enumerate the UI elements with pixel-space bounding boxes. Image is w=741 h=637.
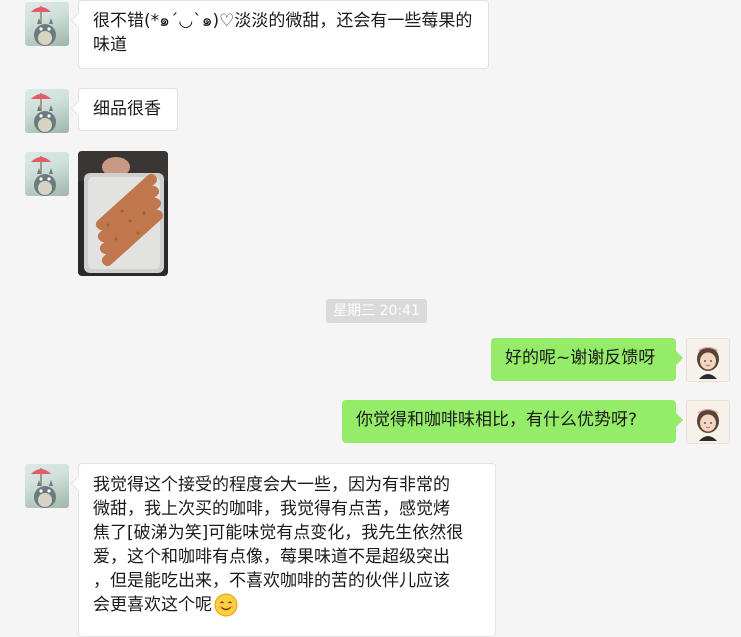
message-text-line: 爱，这个和咖啡有点像，莓果味道不是超级突出 bbox=[93, 547, 450, 567]
avatar-other[interactable] bbox=[25, 2, 69, 46]
totoro-avatar-icon bbox=[31, 468, 56, 508]
avatar-other[interactable] bbox=[25, 89, 69, 133]
girl-avatar-icon bbox=[697, 346, 719, 379]
avatar-self[interactable] bbox=[686, 400, 730, 444]
message-text-line: 我觉得这个接受的程度会大一些，因为有非常的 bbox=[93, 475, 450, 495]
avatar-self[interactable] bbox=[686, 338, 730, 382]
message-text-segment: 会更喜欢这个呢 bbox=[93, 595, 212, 615]
message-text-line: 微甜，我上次买的咖啡，我觉得有点苦，感觉烤 bbox=[93, 499, 450, 519]
biscuit-sticks-photo bbox=[78, 151, 168, 276]
timestamp-divider: 星期三 20:41 bbox=[326, 299, 427, 323]
message-text-line: ，但是能吃出来，不喜欢咖啡的苦的伙伴儿应该 bbox=[93, 571, 450, 591]
message-text-line: 很不错(*๑´◡`๑)♡淡淡的微甜，还会有一些莓果的 bbox=[93, 11, 473, 31]
smile-emoji-icon bbox=[214, 593, 238, 617]
avatar-other[interactable] bbox=[25, 152, 69, 196]
totoro-avatar-icon bbox=[31, 6, 56, 46]
totoro-avatar-icon bbox=[31, 156, 56, 196]
message-bubble-self[interactable]: 好的呢~谢谢反馈呀 bbox=[491, 338, 676, 381]
message-bubble-other[interactable]: 我觉得这个接受的程度会大一些，因为有非常的 微甜，我上次买的咖啡，我觉得有点苦，… bbox=[78, 463, 496, 637]
message-text-line: 你觉得和咖啡味相比，有什么优势呀? bbox=[356, 410, 638, 430]
message-text-line-last: 会更喜欢这个呢 bbox=[93, 593, 481, 617]
message-image[interactable] bbox=[78, 151, 168, 276]
message-text-line: 细品很香 bbox=[93, 99, 161, 119]
message-bubble-other[interactable]: 很不错(*๑´◡`๑)♡淡淡的微甜，还会有一些莓果的 味道 bbox=[78, 0, 489, 69]
message-text-line: 好的呢~谢谢反馈呀 bbox=[505, 348, 656, 368]
message-bubble-self[interactable]: 你觉得和咖啡味相比，有什么优势呀? bbox=[342, 400, 676, 443]
message-text-line: 味道 bbox=[93, 35, 127, 55]
message-text-line: 焦了[破涕为笑]可能味觉有点变化，我先生依然很 bbox=[93, 523, 464, 543]
avatar-other[interactable] bbox=[25, 464, 69, 508]
totoro-avatar-icon bbox=[31, 93, 56, 133]
girl-avatar-icon bbox=[697, 408, 719, 441]
message-bubble-other[interactable]: 细品很香 bbox=[78, 88, 178, 131]
